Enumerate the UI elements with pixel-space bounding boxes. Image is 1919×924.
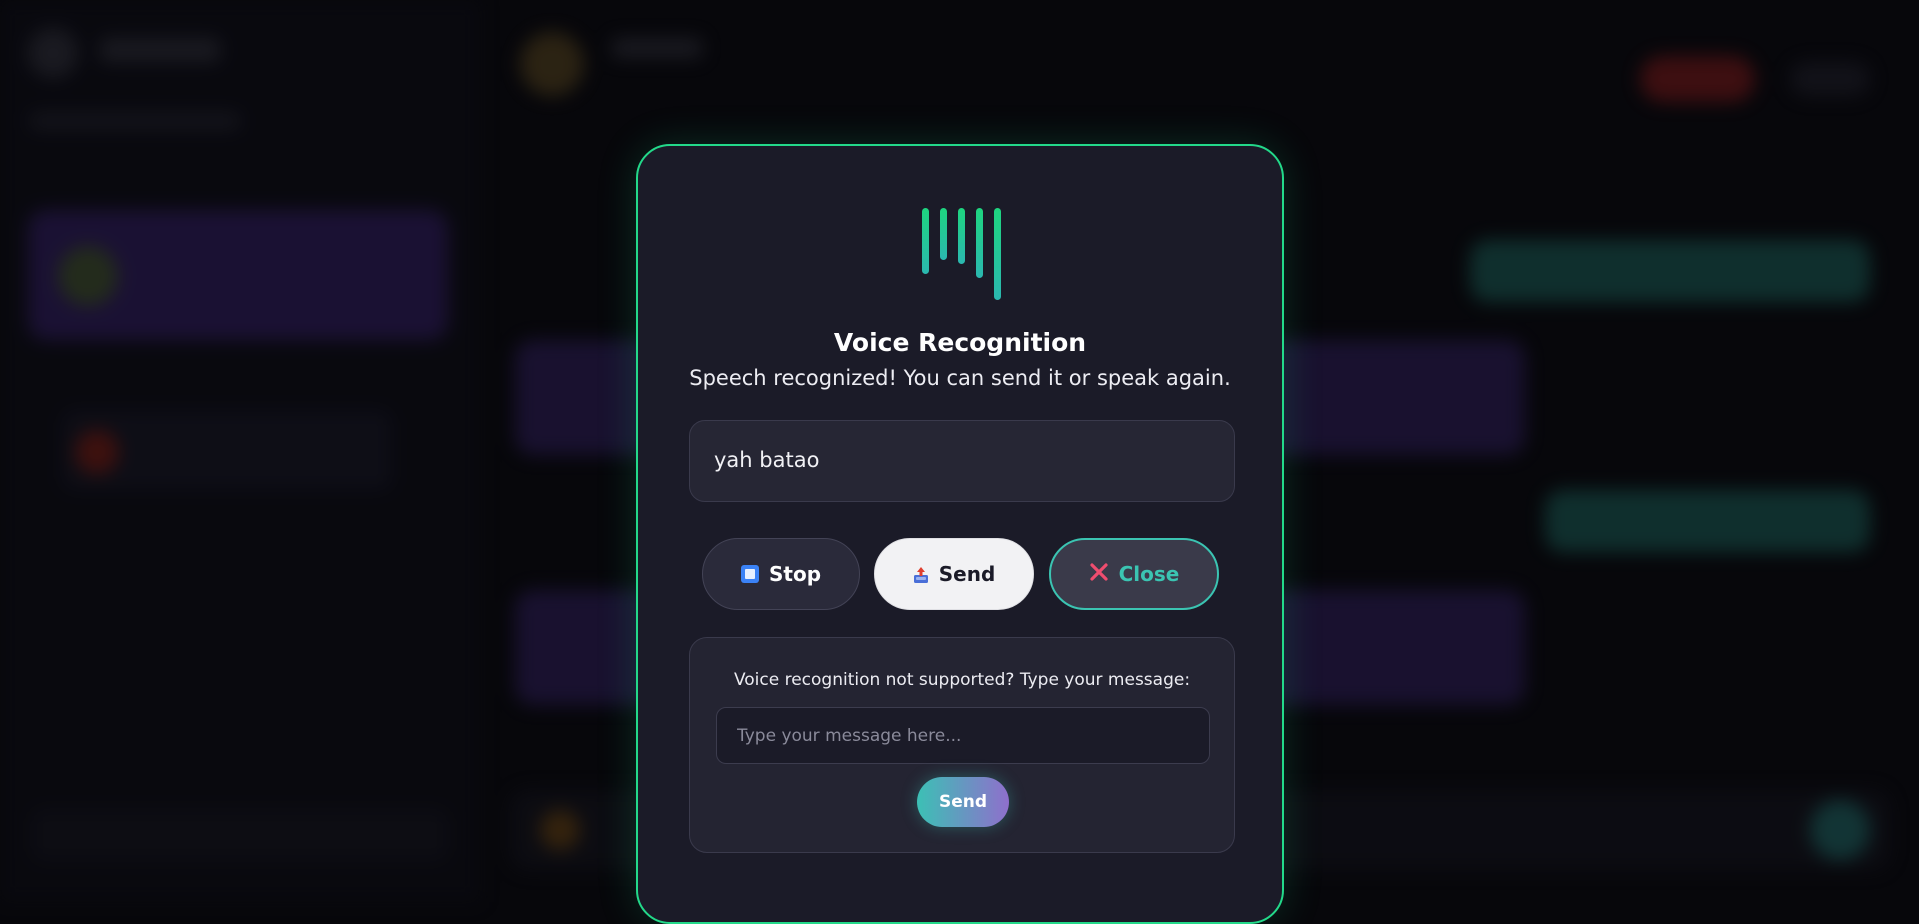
- fallback-send-button[interactable]: Send: [917, 777, 1009, 827]
- wave-bar: [994, 208, 1001, 300]
- stop-square-icon: [740, 565, 759, 583]
- background-chat-avatar-2: [75, 430, 119, 474]
- wave-bar: [958, 208, 965, 264]
- wave-bar: [922, 208, 929, 274]
- close-button-label: Close: [1118, 562, 1180, 586]
- outbox-tray-icon: [913, 565, 929, 583]
- fallback-message-input[interactable]: [716, 707, 1210, 764]
- text-fallback-panel: Voice recognition not supported? Type yo…: [689, 637, 1235, 853]
- background-composer-send: [1810, 800, 1870, 860]
- x-mark-icon: [1089, 562, 1109, 586]
- background-header-button: [1640, 56, 1755, 102]
- recognition-status: Speech recognized! You can send it or sp…: [689, 366, 1231, 390]
- background-header-avatar: [520, 32, 584, 96]
- background-chat-avatar: [58, 246, 118, 306]
- voice-recognition-modal: Voice Recognition Speech recognized! You…: [636, 144, 1284, 924]
- background-app-title: [100, 38, 220, 62]
- transcript-text: yah batao: [714, 448, 820, 472]
- transcript-display: yah batao: [689, 420, 1235, 502]
- background-header-button-2: [1790, 62, 1870, 96]
- background-message-bubble-4: [1545, 490, 1870, 552]
- send-button[interactable]: Send: [874, 538, 1034, 610]
- background-sidebar-footer: [30, 808, 450, 862]
- stop-button[interactable]: Stop: [702, 538, 860, 610]
- sound-wave-icon: [922, 208, 1002, 300]
- stop-button-label: Stop: [768, 562, 822, 586]
- fallback-label: Voice recognition not supported? Type yo…: [733, 670, 1191, 690]
- background-header-name: [612, 38, 702, 58]
- wave-bar: [940, 208, 947, 260]
- modal-title: Voice Recognition: [833, 328, 1087, 357]
- send-button-label: Send: [938, 562, 996, 586]
- wave-bar: [976, 208, 983, 278]
- close-button[interactable]: Close: [1049, 538, 1219, 610]
- background-composer-icon: [540, 810, 580, 850]
- background-message-bubble-3: [1470, 240, 1870, 302]
- background-subtitle: [30, 112, 240, 130]
- background-logo: [28, 28, 78, 78]
